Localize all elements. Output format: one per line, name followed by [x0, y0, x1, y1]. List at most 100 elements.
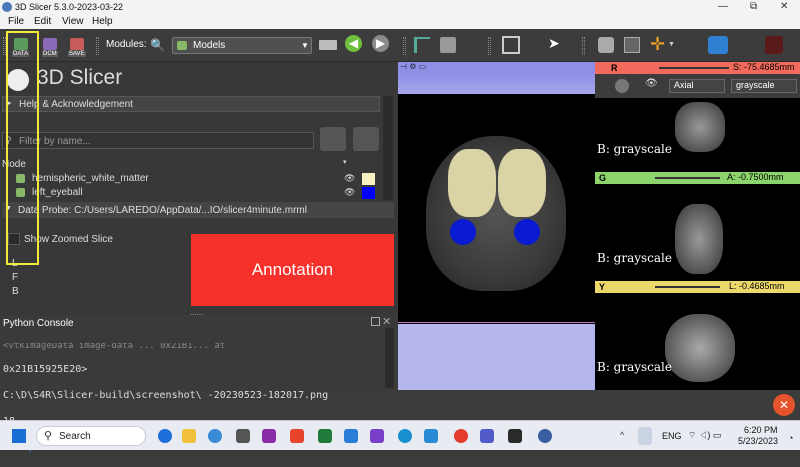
- sort-dropdown-icon[interactable]: ▾: [343, 158, 347, 166]
- toolbar-grip[interactable]: [96, 37, 99, 55]
- volume-cube-icon[interactable]: [440, 37, 456, 53]
- data-probe-header[interactable]: ▼ Data Probe: C:/Users/LAREDO/AppData/..…: [2, 202, 394, 218]
- terminal-icon[interactable]: [508, 429, 522, 443]
- clock-time[interactable]: 6:20 PM: [744, 425, 778, 435]
- search-icon: ⚲: [44, 430, 53, 442]
- node-color-swatch[interactable]: [362, 173, 375, 185]
- view-background: [398, 324, 595, 390]
- menu-edit[interactable]: Edit: [34, 16, 51, 27]
- red-slice-bar[interactable]: R S: -75.4685mm: [595, 62, 800, 74]
- forward-arrow-icon[interactable]: ▶: [372, 35, 389, 52]
- menu-view[interactable]: View: [62, 16, 84, 27]
- yellow-slice-slider[interactable]: [655, 286, 720, 288]
- save-button[interactable]: SAVE: [68, 33, 86, 57]
- visibility-eye-icon[interactable]: 👁: [344, 187, 355, 198]
- mouse-pointer-icon[interactable]: ➤: [548, 35, 560, 52]
- minimize-button[interactable]: —: [718, 1, 728, 12]
- close-icon[interactable]: ✕: [382, 315, 391, 328]
- models-icon: [177, 41, 187, 50]
- filter-input[interactable]: ⚲ Filter by name...: [2, 132, 314, 149]
- microphone-icon[interactable]: [638, 427, 652, 445]
- module-selector[interactable]: Models ▼: [172, 37, 312, 54]
- 3d-view[interactable]: ⊣ ⚙ ▭ S: [398, 62, 595, 390]
- node-color-swatch[interactable]: [362, 187, 375, 199]
- green-slice-offset: A: -0.7500mm: [727, 172, 784, 182]
- list-item[interactable]: hemispheric_white_matter 👁: [0, 172, 380, 186]
- taskbar-search[interactable]: ⚲ Search: [36, 426, 146, 446]
- visibility-eye-icon[interactable]: 👁: [344, 173, 355, 184]
- probe-line-f: F: [12, 272, 19, 283]
- toolbar-grip[interactable]: [488, 37, 491, 55]
- data-tree-icon[interactable]: [414, 37, 430, 53]
- clock-date[interactable]: 5/23/2023: [738, 436, 778, 446]
- windows-start-icon[interactable]: [12, 429, 26, 443]
- module-search-icon[interactable]: 🔍: [150, 38, 165, 52]
- modules-label: Modules:: [106, 39, 147, 50]
- chrome-icon[interactable]: [454, 429, 468, 443]
- load-dicom-button[interactable]: DCM: [42, 33, 58, 57]
- edge-icon[interactable]: [208, 429, 222, 443]
- teams-icon[interactable]: [480, 429, 494, 443]
- window-title: 3D Slicer 5.3.0-2023-03-22: [15, 2, 124, 12]
- green-slice-bar[interactable]: G A: -0.7500mm: [595, 172, 800, 184]
- menu-file[interactable]: File: [8, 16, 24, 27]
- visibility-eye-icon[interactable]: 👁: [645, 78, 658, 89]
- maximize-button[interactable]: ⧉: [750, 1, 757, 12]
- show-hidden-button[interactable]: [320, 127, 346, 151]
- visual-studio-icon[interactable]: [370, 429, 384, 443]
- crosshair-grid-icon[interactable]: [624, 37, 640, 53]
- view-controller-bar[interactable]: ⊣ ⚙ ▭: [398, 62, 595, 74]
- crosshair-icon[interactable]: ✛: [650, 34, 665, 55]
- screenshot-camera-icon[interactable]: [598, 37, 614, 53]
- green-slice-slider[interactable]: [655, 177, 720, 179]
- copilot-icon[interactable]: [158, 429, 172, 443]
- yellow-slice-bar[interactable]: Y L: -0.4685mm: [595, 281, 800, 293]
- windows-taskbar: ⚲ Search ^ ENG ⌔ ◁) ▭ 6:20 PM 5/23/2023 …: [0, 420, 800, 450]
- chevron-down-icon: ▼: [301, 41, 309, 50]
- github-icon[interactable]: [262, 429, 276, 443]
- scrollbar[interactable]: [383, 96, 393, 200]
- matlab-icon[interactable]: [290, 429, 304, 443]
- crosshair-dropdown-icon[interactable]: ▼: [668, 41, 675, 48]
- slice-link-icon[interactable]: [615, 79, 629, 93]
- help-section-header[interactable]: ▶ Help & Acknowledgement: [2, 96, 380, 112]
- markups-icon[interactable]: [765, 36, 783, 54]
- slicer-taskbar-icon[interactable]: [538, 429, 552, 443]
- pin-icon[interactable]: ⊣ ⚙ ▭: [400, 62, 426, 71]
- layout-icon[interactable]: [502, 36, 520, 54]
- view-background: [398, 74, 595, 94]
- toolbar-grip[interactable]: [582, 37, 585, 55]
- close-button[interactable]: ✕: [780, 1, 788, 12]
- slice-line: [398, 322, 595, 323]
- notification-icon[interactable]: ◔: [788, 433, 793, 443]
- green-slice-image: [675, 204, 723, 274]
- toolbar-grip[interactable]: [403, 37, 406, 55]
- highlight-box: [6, 31, 39, 265]
- background-volume-selector[interactable]: grayscale: [731, 79, 797, 93]
- data-probe-label: Data Probe: C:/Users/LAREDO/AppData/...I…: [18, 205, 307, 216]
- right-eyeball: [514, 219, 540, 245]
- yellow-slice-image: [665, 314, 735, 382]
- red-slice-slider[interactable]: [659, 67, 729, 69]
- excel-icon[interactable]: [318, 429, 332, 443]
- scrollbar[interactable]: [385, 328, 394, 388]
- notepad-icon[interactable]: [424, 429, 438, 443]
- extensions-icon[interactable]: [708, 36, 728, 54]
- back-arrow-icon[interactable]: ◀: [345, 35, 362, 52]
- list-item[interactable]: left_eyeball 👁: [0, 186, 380, 200]
- eye-icon[interactable]: [353, 127, 379, 151]
- console-line: C:\D\S4R\Slicer-build\screenshot\ -20230…: [3, 390, 329, 401]
- chevron-up-icon[interactable]: ^: [620, 430, 624, 440]
- menu-help[interactable]: Help: [92, 16, 113, 27]
- vscode-icon[interactable]: [344, 429, 358, 443]
- file-explorer-icon[interactable]: [182, 429, 196, 443]
- language-indicator[interactable]: ENG: [662, 431, 682, 441]
- apps-grid-icon[interactable]: [236, 429, 250, 443]
- float-icon[interactable]: [371, 317, 380, 326]
- network-volume-battery-icon[interactable]: ⌔ ◁) ▭: [688, 430, 721, 441]
- edge-browser-icon[interactable]: [398, 429, 412, 443]
- orientation-selector[interactable]: Axial: [669, 79, 725, 93]
- yellow-slice-offset: L: -0.4685mm: [729, 281, 785, 291]
- module-history-icon[interactable]: [319, 40, 337, 50]
- error-log-icon[interactable]: ✕: [773, 394, 795, 416]
